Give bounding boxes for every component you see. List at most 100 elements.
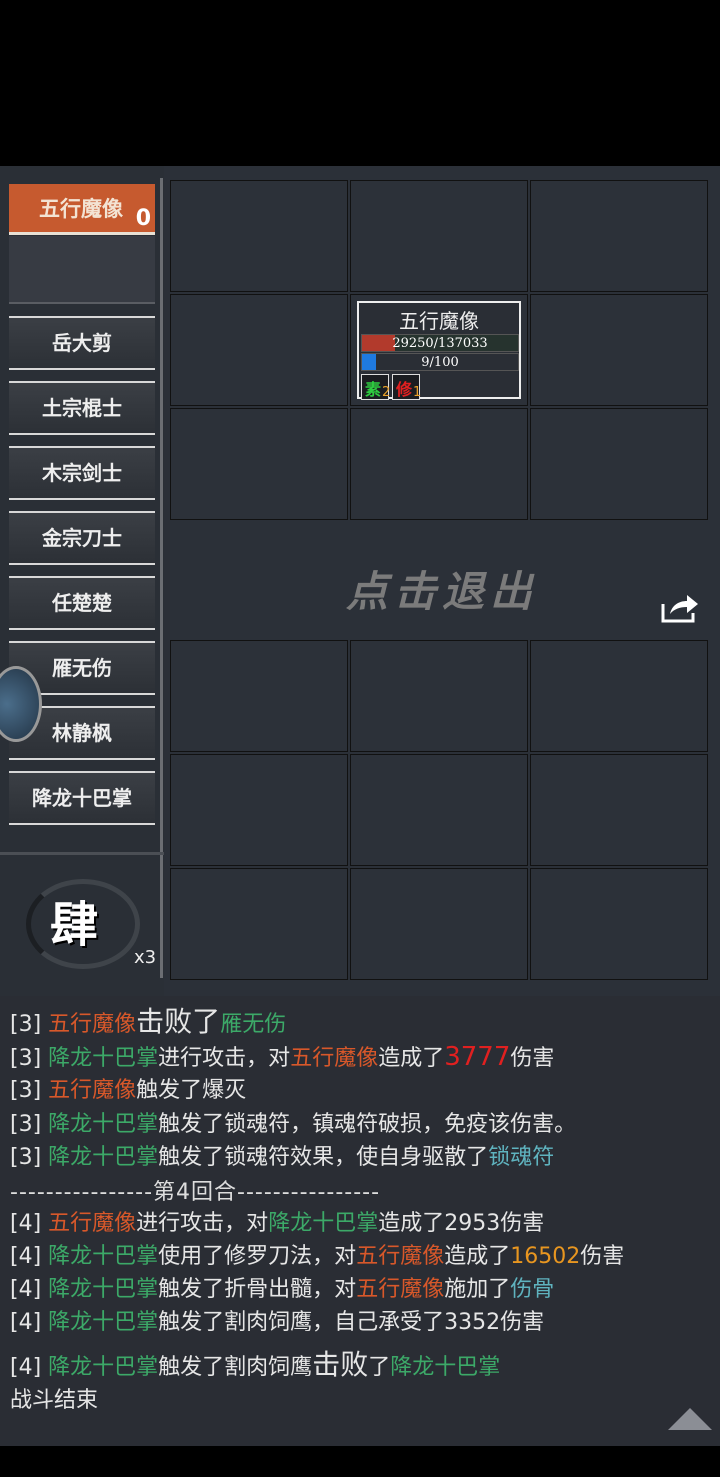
buff-badge[interactable]: 修 1 [392, 374, 422, 400]
board-cell[interactable] [530, 408, 708, 520]
log-text: 触发了折骨出髓，对 [158, 1277, 357, 1302]
board-cell[interactable] [530, 640, 708, 752]
board-cell[interactable] [170, 180, 348, 292]
log-round: [3] [10, 1145, 49, 1170]
log-text: 进行攻击，对 [136, 1211, 269, 1236]
log-text: 击败了 [136, 1005, 221, 1038]
log-actor: 降龙十巴掌 [48, 1112, 159, 1137]
buff-glyph: 素 [365, 380, 382, 399]
log-text: 造成了 [444, 1244, 511, 1269]
log-text: 击败 [312, 1348, 369, 1381]
exit-button[interactable]: 点击退出 [346, 558, 538, 619]
log-line: [4] 降龙十巴掌触发了割肉饲鹰击败了降龙十巴掌 [10, 1343, 500, 1383]
mp-bar: 9/100 [361, 353, 519, 371]
team-member[interactable]: 土宗棍士 [9, 381, 155, 435]
board-cell[interactable] [530, 180, 708, 292]
log-round: [4] [10, 1244, 49, 1269]
board-cell[interactable] [530, 754, 708, 866]
enemy-tab-name: 五行魔像 [39, 197, 123, 221]
board-cell[interactable] [350, 640, 528, 752]
team-member[interactable]: 任楚楚 [9, 576, 155, 630]
speed-char: 肆 [50, 897, 99, 953]
log-text: 进行攻击，对 [158, 1046, 291, 1071]
log-round: [4] [10, 1211, 49, 1236]
board-cell[interactable] [530, 294, 708, 406]
log-text: 造成了2953伤害 [378, 1211, 545, 1236]
player-board [170, 640, 710, 982]
log-line: [4] 五行魔像进行攻击，对降龙十巴掌造成了2953伤害 [10, 1205, 544, 1237]
hp-bar: 29250/137033 [361, 334, 519, 352]
log-line: [3] 五行魔像触发了爆灭 [10, 1072, 246, 1104]
log-text: 触发了割肉饲鹰，自己承受了3352伤害 [158, 1310, 545, 1335]
scroll-up-icon[interactable] [668, 1408, 712, 1430]
log-round: [4] [10, 1277, 49, 1302]
log-line: [4] 降龙十巴掌触发了割肉饲鹰，自己承受了3352伤害 [10, 1304, 544, 1336]
log-text: 伤害 [510, 1046, 555, 1071]
log-line: [4] 降龙十巴掌使用了修罗刀法，对五行魔像造成了16502伤害 [10, 1238, 624, 1270]
board-cell[interactable] [530, 868, 708, 980]
log-target: 雁无伤 [220, 1012, 287, 1037]
log-target: 降龙十巴掌 [390, 1355, 501, 1380]
buff-glyph: 修 [396, 380, 413, 399]
log-text: 施加了 [444, 1277, 511, 1302]
board-cell[interactable] [350, 408, 528, 520]
log-round: [3] [10, 1012, 49, 1037]
hp-text: 29250/137033 [392, 336, 488, 351]
team-member[interactable]: 金宗刀士 [9, 511, 155, 565]
log-target: 五行魔像 [356, 1277, 445, 1302]
log-round: [4] [10, 1310, 49, 1335]
log-line: [3] 降龙十巴掌进行攻击，对五行魔像造成了3777伤害 [10, 1040, 554, 1072]
log-status: 伤骨 [510, 1277, 555, 1302]
battle-screen[interactable]: 五行魔像 0 岳大剪 土宗棍士 木宗剑士 金宗刀士 任楚楚 雁无伤 林静枫 降龙… [0, 166, 720, 996]
board-cell[interactable] [170, 408, 348, 520]
log-target: 降龙十巴掌 [268, 1211, 379, 1236]
buff-count: 2 [382, 385, 391, 400]
log-status: 锁魂符 [488, 1145, 555, 1170]
speed-control[interactable]: 肆 x3 [0, 852, 164, 999]
log-text: 了 [368, 1355, 391, 1380]
board-cell[interactable] [170, 868, 348, 980]
enemy-tab[interactable]: 五行魔像 0 [9, 184, 155, 235]
log-actor: 降龙十巴掌 [48, 1145, 159, 1170]
log-actor: 五行魔像 [48, 1012, 137, 1037]
enemy-slot-empty [9, 236, 155, 304]
board-cell[interactable] [350, 180, 528, 292]
log-damage: 3777 [444, 1042, 511, 1072]
speed-multiplier: x3 [134, 947, 157, 968]
team-sidebar: 五行魔像 0 岳大剪 土宗棍士 木宗剑士 金宗刀士 任楚楚 雁无伤 林静枫 降龙… [0, 166, 164, 996]
log-actor: 五行魔像 [48, 1211, 137, 1236]
team-member[interactable]: 木宗剑士 [9, 446, 155, 500]
bottom-bar [0, 1446, 720, 1477]
team-member[interactable]: 降龙十巴掌 [9, 771, 155, 825]
log-actor: 降龙十巴掌 [48, 1244, 159, 1269]
log-round: [3] [10, 1078, 49, 1103]
round-separator: ----------------第4回合---------------- [10, 1180, 381, 1205]
log-text: 触发了割肉饲鹰 [158, 1355, 313, 1380]
board-cell[interactable] [350, 754, 528, 866]
board-cell[interactable] [170, 754, 348, 866]
log-actor: 降龙十巴掌 [48, 1355, 159, 1380]
log-round: [3] [10, 1046, 49, 1071]
board-cell[interactable] [170, 640, 348, 752]
log-actor: 降龙十巴掌 [48, 1277, 159, 1302]
log-target: 五行魔像 [356, 1244, 445, 1269]
enemy-unit-card[interactable]: 五行魔像 29250/137033 9/100 素 2 修 1 [357, 301, 521, 400]
log-line: [3] 五行魔像击败了雁无伤 [10, 1000, 286, 1040]
log-text: 触发了锁魂符效果，使自身驱散了 [158, 1145, 489, 1170]
battle-log[interactable]: [3] 五行魔像击败了雁无伤 [3] 降龙十巴掌进行攻击，对五行魔像造成了377… [0, 996, 720, 1446]
team-member[interactable]: 岳大剪 [9, 316, 155, 370]
buff-count: 1 [413, 385, 422, 400]
log-actor: 降龙十巴掌 [48, 1310, 159, 1335]
board-cell[interactable] [350, 868, 528, 980]
log-line: [3] 降龙十巴掌触发了锁魂符，镇魂符破损，免疫该伤害。 [10, 1106, 576, 1138]
log-text: 使用了修罗刀法，对 [158, 1244, 357, 1269]
log-text: 触发了爆灭 [136, 1078, 247, 1103]
mp-text: 9/100 [421, 355, 459, 370]
enemy-tab-count: 0 [135, 206, 151, 231]
log-line: [4] 降龙十巴掌触发了折骨出髓，对五行魔像施加了伤骨 [10, 1271, 554, 1303]
log-text: 触发了锁魂符，镇魂符破损，免疫该伤害。 [158, 1112, 577, 1137]
log-actor: 五行魔像 [48, 1078, 137, 1103]
share-icon[interactable] [660, 592, 700, 624]
board-cell[interactable] [170, 294, 348, 406]
buff-badge[interactable]: 素 2 [361, 374, 391, 400]
